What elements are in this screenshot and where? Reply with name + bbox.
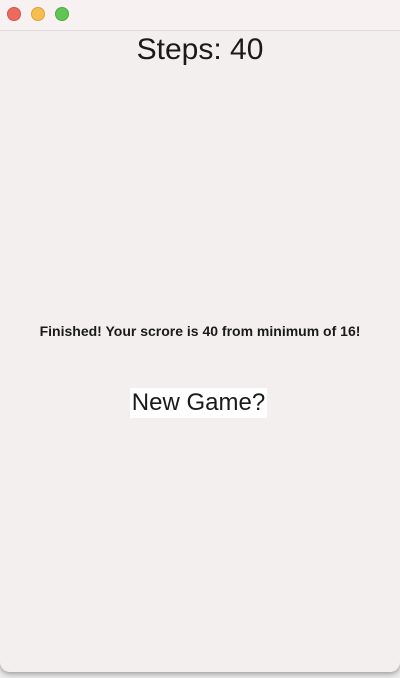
- steps-label: Steps:: [136, 33, 222, 66]
- title-bar: [0, 0, 400, 31]
- close-window-button[interactable]: [7, 7, 21, 21]
- steps-value: 40: [230, 33, 264, 66]
- zoom-window-button[interactable]: [55, 7, 69, 21]
- steps-counter: Steps: 40: [0, 32, 400, 68]
- minimize-window-button[interactable]: [31, 7, 45, 21]
- new-game-button[interactable]: New Game?: [130, 388, 267, 418]
- result-message: Finished! Your scrore is 40 from minimum…: [39, 323, 361, 339]
- app-window: Steps: 40 Finished! Your scrore is 40 fr…: [0, 0, 400, 672]
